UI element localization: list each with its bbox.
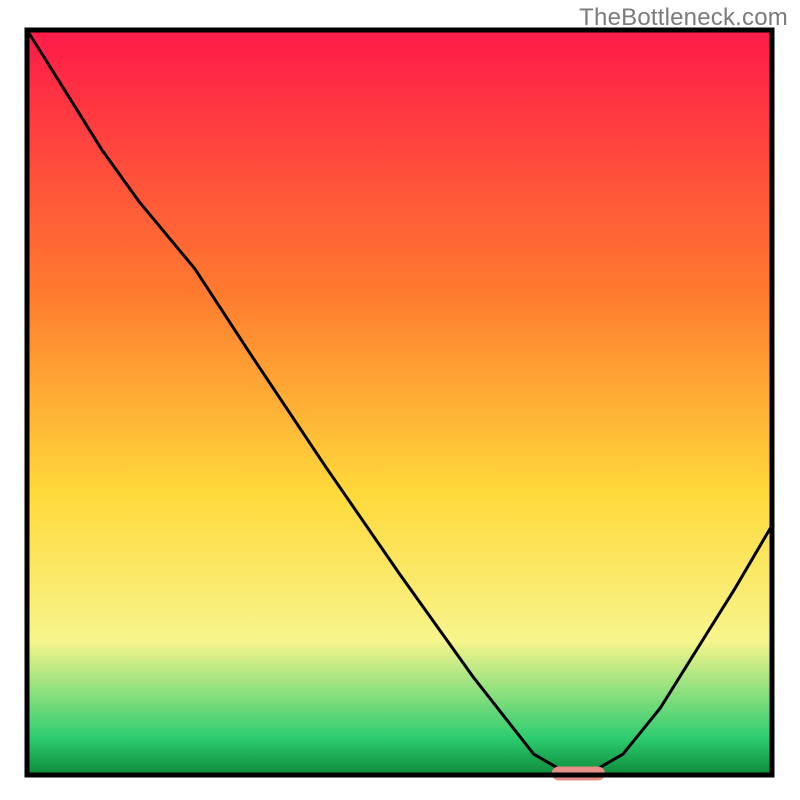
gradient-background: [27, 30, 772, 775]
bottleneck-chart: [0, 0, 800, 800]
watermark-text: TheBottleneck.com: [579, 4, 788, 32]
